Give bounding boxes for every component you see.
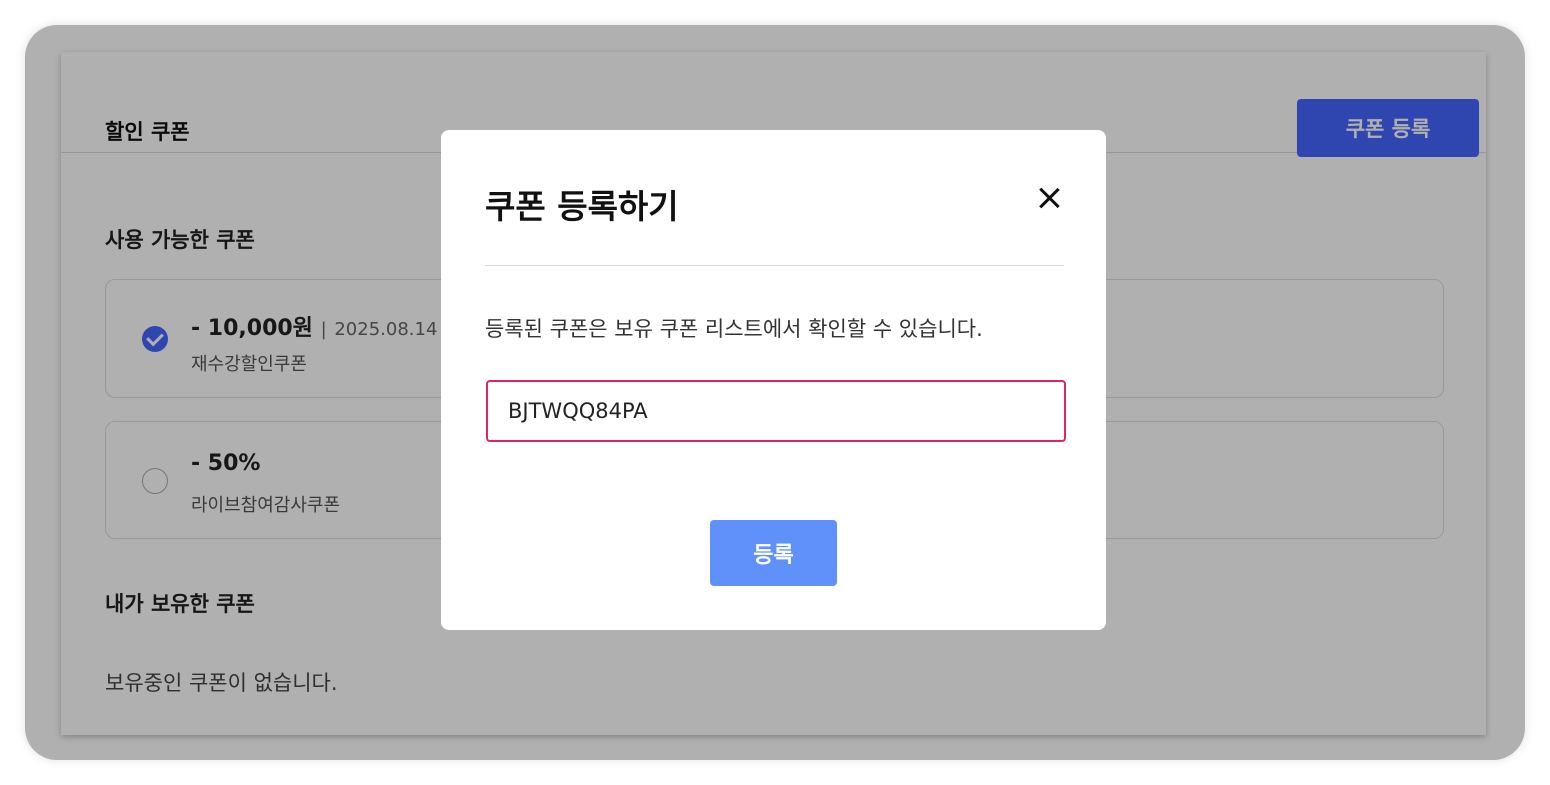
modal-divider [485, 265, 1064, 266]
submit-register-button[interactable]: 등록 [710, 520, 837, 586]
close-icon[interactable] [1030, 179, 1068, 217]
modal-title: 쿠폰 등록하기 [485, 187, 679, 226]
coupon-code-input[interactable] [486, 380, 1066, 442]
coupon-register-modal: 쿠폰 등록하기 등록된 쿠폰은 보유 쿠폰 리스트에서 확인할 수 있습니다. … [441, 130, 1106, 630]
modal-description: 등록된 쿠폰은 보유 쿠폰 리스트에서 확인할 수 있습니다. [485, 317, 983, 341]
